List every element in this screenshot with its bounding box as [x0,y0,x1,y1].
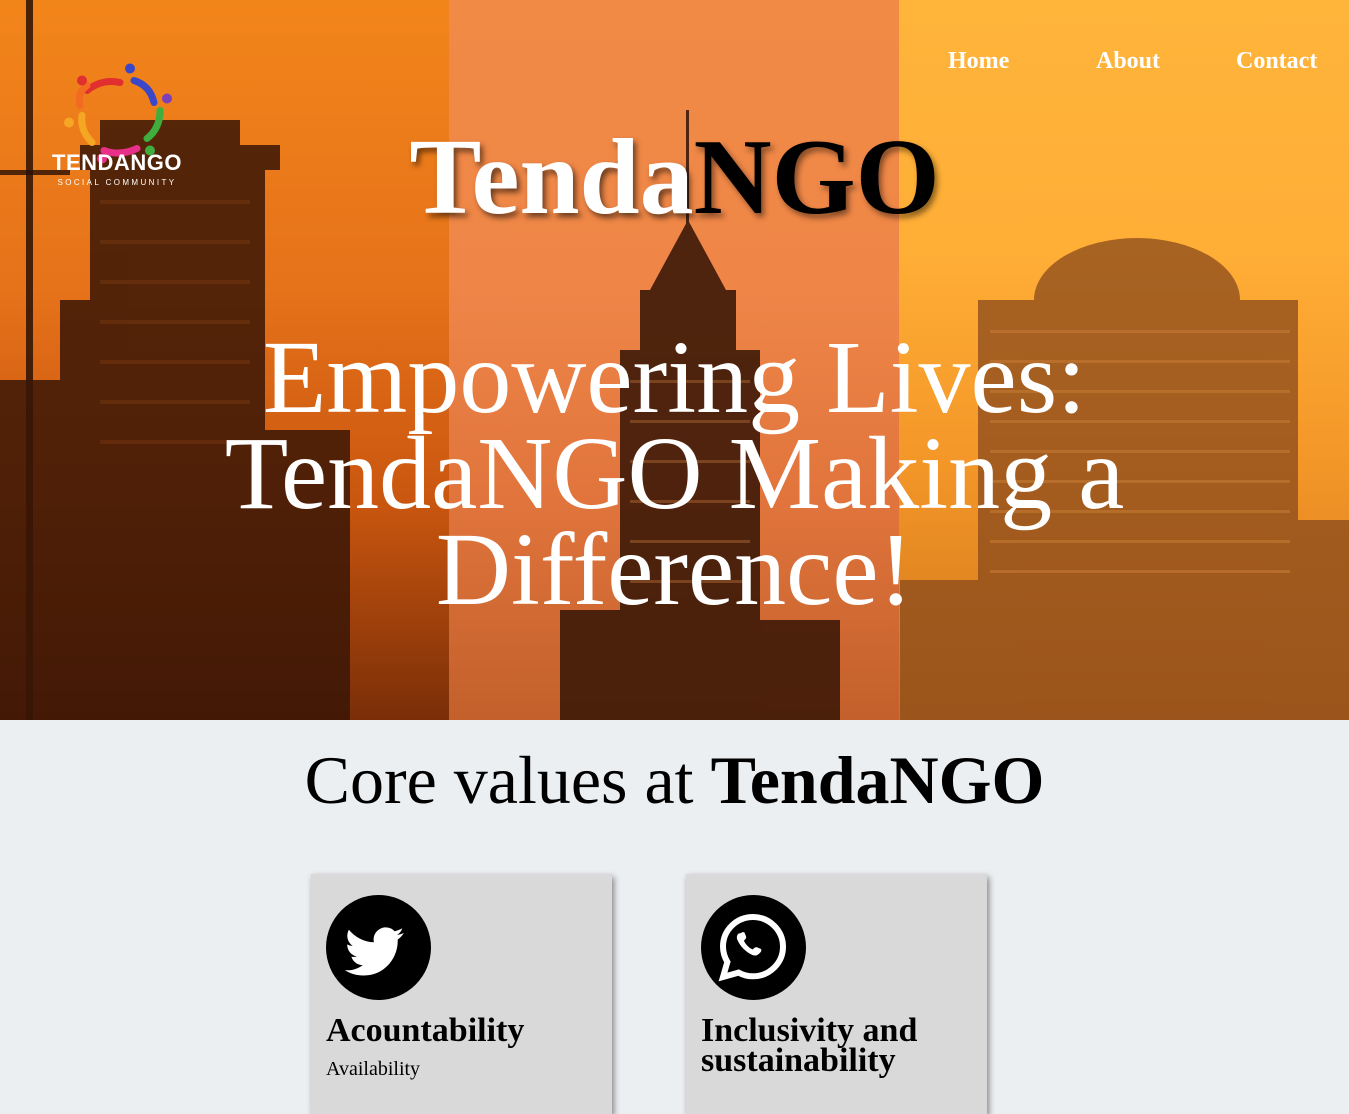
main-nav: Home About Contact [0,48,1349,80]
core-values-heading: Core values at TendaNGO [0,740,1349,820]
nav-contact-link[interactable]: Contact [1236,48,1317,75]
core-values-heading-brand: TendaNGO [710,742,1045,818]
value-card-title: Acountability [326,1012,525,1049]
value-card-title: Inclusivity and sustainability [701,1012,918,1079]
brand-title-part1: Tenda [409,118,694,237]
hero-tagline: Empowering Lives: TendaNGO Making a Diff… [224,320,1125,627]
twitter-icon[interactable] [326,895,431,1000]
hero-banner: TENDANGO SOCIAL COMMUNITY Home About Con… [0,0,1349,720]
whatsapp-icon[interactable] [701,895,806,1000]
core-values-heading-prefix: Core values at [304,742,694,818]
brand-title: TendaNGO [0,118,1349,238]
value-card-inclusivity: Inclusivity and sustainability [686,874,987,1114]
value-card-subtitle: Availability [326,1058,421,1080]
brand-title-part2: NGO [693,118,940,237]
nav-about-link[interactable]: About [1096,48,1160,75]
value-card-accountability: Acountability Availability [311,874,612,1114]
nav-home-link[interactable]: Home [948,48,1009,75]
